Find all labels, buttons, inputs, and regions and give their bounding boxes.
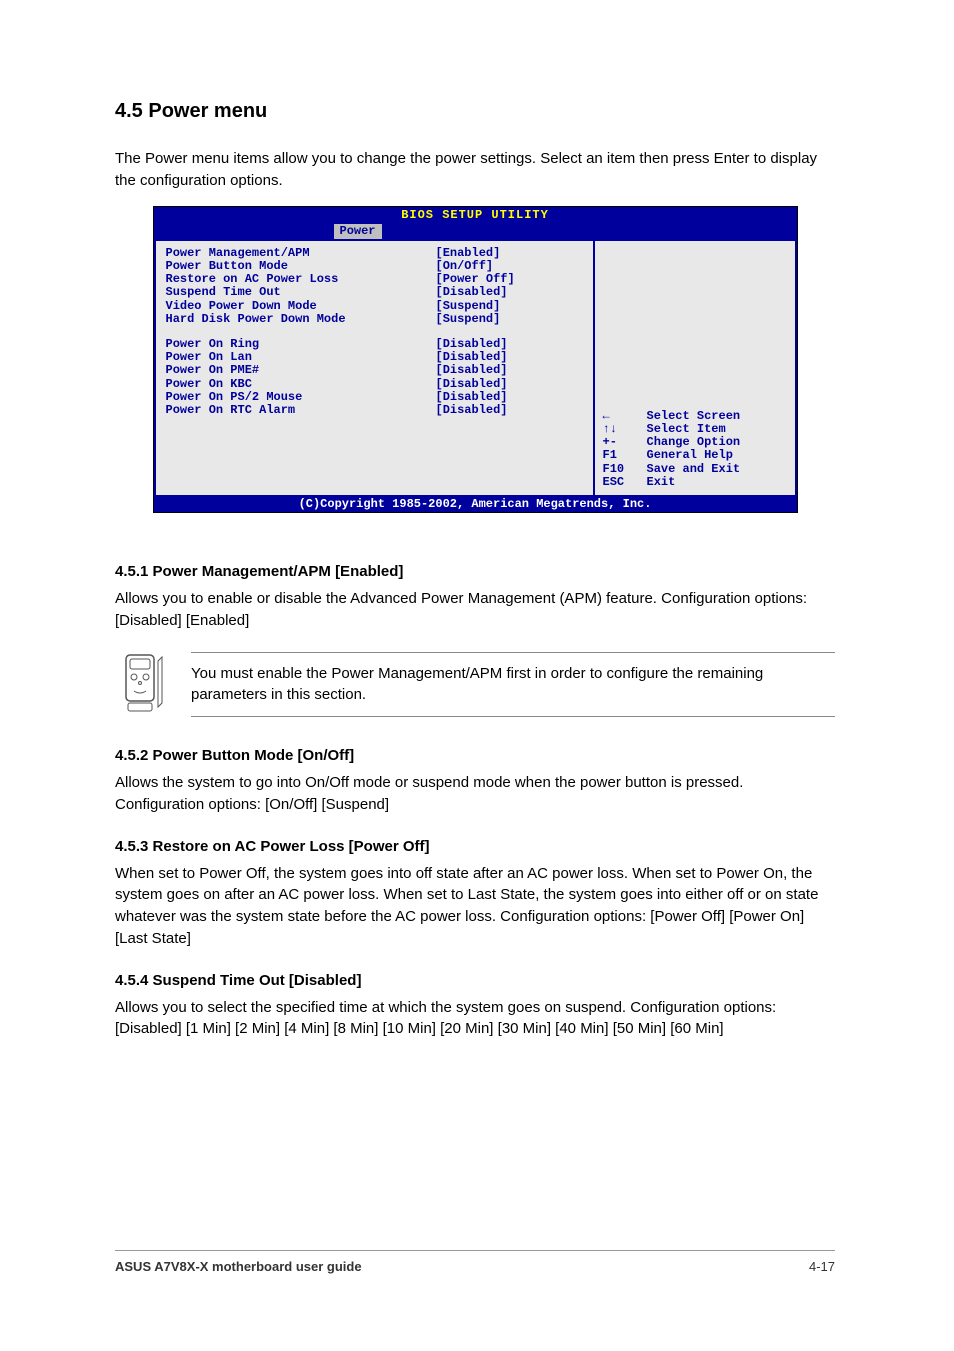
bios-setting-row[interactable]: Hard Disk Power Down Mode[Suspend] xyxy=(166,313,583,326)
help-key: ESC xyxy=(603,476,647,489)
note-text: You must enable the Power Management/APM… xyxy=(191,652,835,718)
subsection-body: Allows you to select the specified time … xyxy=(115,997,835,1041)
setting-value: [Disabled] xyxy=(436,364,508,377)
help-row: F10Save and Exit xyxy=(603,463,787,476)
setting-label: Video Power Down Mode xyxy=(166,300,436,313)
bios-group-1: Power Management/APM[Enabled] Power Butt… xyxy=(166,247,583,326)
bios-settings-pane: Power Management/APM[Enabled] Power Butt… xyxy=(156,241,595,495)
bios-setting-row[interactable]: Power On PME#[Disabled] xyxy=(166,364,583,377)
subsection-title: 4.5.4 Suspend Time Out [Disabled] xyxy=(115,972,835,989)
setting-label: Power On PME# xyxy=(166,364,436,377)
setting-label: Power On RTC Alarm xyxy=(166,404,436,417)
bios-setting-row[interactable]: Power On KBC[Disabled] xyxy=(166,378,583,391)
setting-value: [Suspend] xyxy=(436,300,501,313)
subsection-body: When set to Power Off, the system goes i… xyxy=(115,863,835,950)
setting-label: Power On KBC xyxy=(166,378,436,391)
help-key: F10 xyxy=(603,463,647,476)
section-title: 4.5 Power menu xyxy=(115,100,835,123)
setting-value: [Disabled] xyxy=(436,391,508,404)
bios-copyright-footer: (C)Copyright 1985-2002, American Megatre… xyxy=(154,497,797,512)
help-row: ←Select Screen xyxy=(603,410,787,423)
setting-value: [Disabled] xyxy=(436,404,508,417)
bios-setting-row[interactable]: Power On PS/2 Mouse[Disabled] xyxy=(166,391,583,404)
bios-setting-row[interactable]: Suspend Time Out[Disabled] xyxy=(166,286,583,299)
bios-tab-power[interactable]: Power xyxy=(334,224,382,239)
setting-value: [Suspend] xyxy=(436,313,501,326)
setting-label: Hard Disk Power Down Mode xyxy=(166,313,436,326)
intro-paragraph: The Power menu items allow you to change… xyxy=(115,148,835,192)
footer-doc-title: ASUS A7V8X-X motherboard user guide xyxy=(115,1259,362,1274)
subsection-title: 4.5.2 Power Button Mode [On/Off] xyxy=(115,747,835,764)
note-block: You must enable the Power Management/APM… xyxy=(115,652,835,718)
bios-tab-bar: Power xyxy=(154,224,797,239)
subsection-title: 4.5.1 Power Management/APM [Enabled] xyxy=(115,563,835,580)
subsection-title: 4.5.3 Restore on AC Power Loss [Power Of… xyxy=(115,838,835,855)
help-row: F1General Help xyxy=(603,449,787,462)
help-desc: Save and Exit xyxy=(647,463,741,476)
bios-title: BIOS SETUP UTILITY xyxy=(154,207,797,224)
setting-label: Suspend Time Out xyxy=(166,286,436,299)
subsection-body: Allows you to enable or disable the Adva… xyxy=(115,588,835,632)
bios-body: Power Management/APM[Enabled] Power Butt… xyxy=(154,239,797,497)
bios-setting-row[interactable]: Power On RTC Alarm[Disabled] xyxy=(166,404,583,417)
bios-help-pane: ←Select Screen ↑↓Select Item +-Change Op… xyxy=(595,241,795,495)
page-footer: ASUS A7V8X-X motherboard user guide 4-17 xyxy=(115,1250,835,1274)
setting-value: [Disabled] xyxy=(436,286,508,299)
bios-window: BIOS SETUP UTILITY Power Power Managemen… xyxy=(153,206,798,514)
bios-group-2: Power On Ring[Disabled] Power On Lan[Dis… xyxy=(166,338,583,417)
help-desc: General Help xyxy=(647,449,733,462)
subsection-body: Allows the system to go into On/Off mode… xyxy=(115,772,835,816)
help-key-arrow-left-icon: ← xyxy=(603,410,647,423)
bios-setting-row[interactable]: Video Power Down Mode[Suspend] xyxy=(166,300,583,313)
footer-page-number: 4-17 xyxy=(809,1259,835,1274)
help-desc: Select Screen xyxy=(647,410,741,423)
help-key: F1 xyxy=(603,449,647,462)
help-row: ESCExit xyxy=(603,476,787,489)
note-pda-icon xyxy=(115,653,175,715)
help-desc: Exit xyxy=(647,476,676,489)
setting-value: [Disabled] xyxy=(436,378,508,391)
setting-label: Power On PS/2 Mouse xyxy=(166,391,436,404)
